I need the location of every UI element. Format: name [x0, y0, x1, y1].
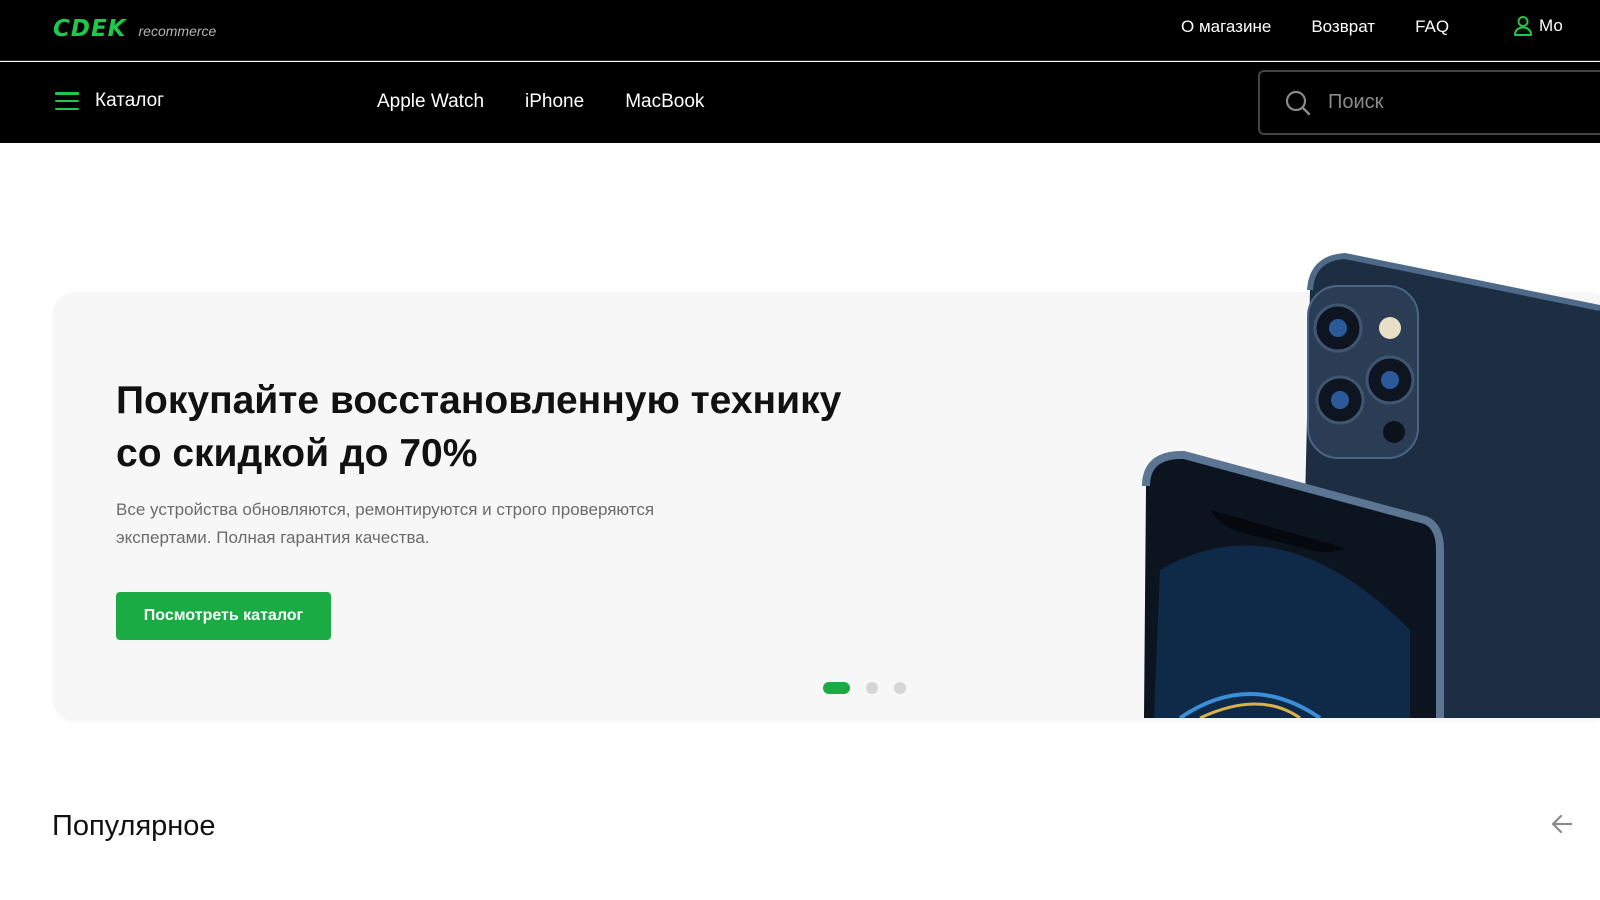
- search-icon: [1285, 90, 1311, 115]
- search-box[interactable]: [1258, 70, 1600, 135]
- catalog-button[interactable]: Каталог: [55, 90, 164, 112]
- nav-about[interactable]: О магазине: [1181, 17, 1271, 37]
- logo-mark[interactable]: CDEK: [53, 16, 127, 42]
- hero-title-line-2: со скидкой до 70%: [116, 432, 478, 475]
- main-nav-bar: Каталог Apple Watch iPhone MacBook: [0, 62, 1600, 143]
- account-label: Мо: [1539, 16, 1563, 35]
- menu-icon: [55, 92, 79, 110]
- account-link[interactable]: Мо: [1513, 15, 1563, 37]
- category-links: Apple Watch iPhone MacBook: [377, 91, 704, 113]
- slider-pagination: [823, 682, 906, 694]
- top-nav: О магазине Возврат FAQ: [1181, 17, 1449, 37]
- user-icon: [1514, 16, 1532, 36]
- iphone-product-image: [1142, 252, 1600, 718]
- catalog-label: Каталог: [95, 90, 165, 111]
- logo[interactable]: CDEK recommerce: [53, 16, 216, 42]
- slide-dot-2[interactable]: [866, 682, 878, 694]
- hero-title: Покупайте восстановленную технику со ски…: [116, 374, 916, 480]
- slide-dot-1[interactable]: [823, 682, 850, 694]
- hero-title-line-1: Покупайте восстановленную технику: [116, 379, 842, 422]
- nav-faq[interactable]: FAQ: [1415, 17, 1449, 37]
- arrow-left-icon[interactable]: [1548, 812, 1572, 836]
- logo-subtitle: recommerce: [138, 23, 217, 39]
- hero-description: Все устройства обновляются, ремонтируютс…: [116, 496, 736, 552]
- search-input[interactable]: [1328, 91, 1588, 114]
- popular-section-title: Популярное: [52, 810, 216, 842]
- top-bar: CDEK recommerce О магазине Возврат FAQ М…: [0, 0, 1600, 61]
- category-iphone[interactable]: iPhone: [525, 91, 584, 113]
- category-macbook[interactable]: MacBook: [625, 91, 704, 113]
- hero-description-line-1: Все устройства обновляются, ремонтируютс…: [116, 500, 655, 519]
- slide-dot-3[interactable]: [894, 682, 906, 694]
- hero-description-line-2: экспертами. Полная гарантия качества.: [116, 528, 430, 547]
- view-catalog-button[interactable]: Посмотреть каталог: [116, 592, 331, 640]
- nav-returns[interactable]: Возврат: [1311, 17, 1375, 37]
- category-apple-watch[interactable]: Apple Watch: [377, 91, 484, 113]
